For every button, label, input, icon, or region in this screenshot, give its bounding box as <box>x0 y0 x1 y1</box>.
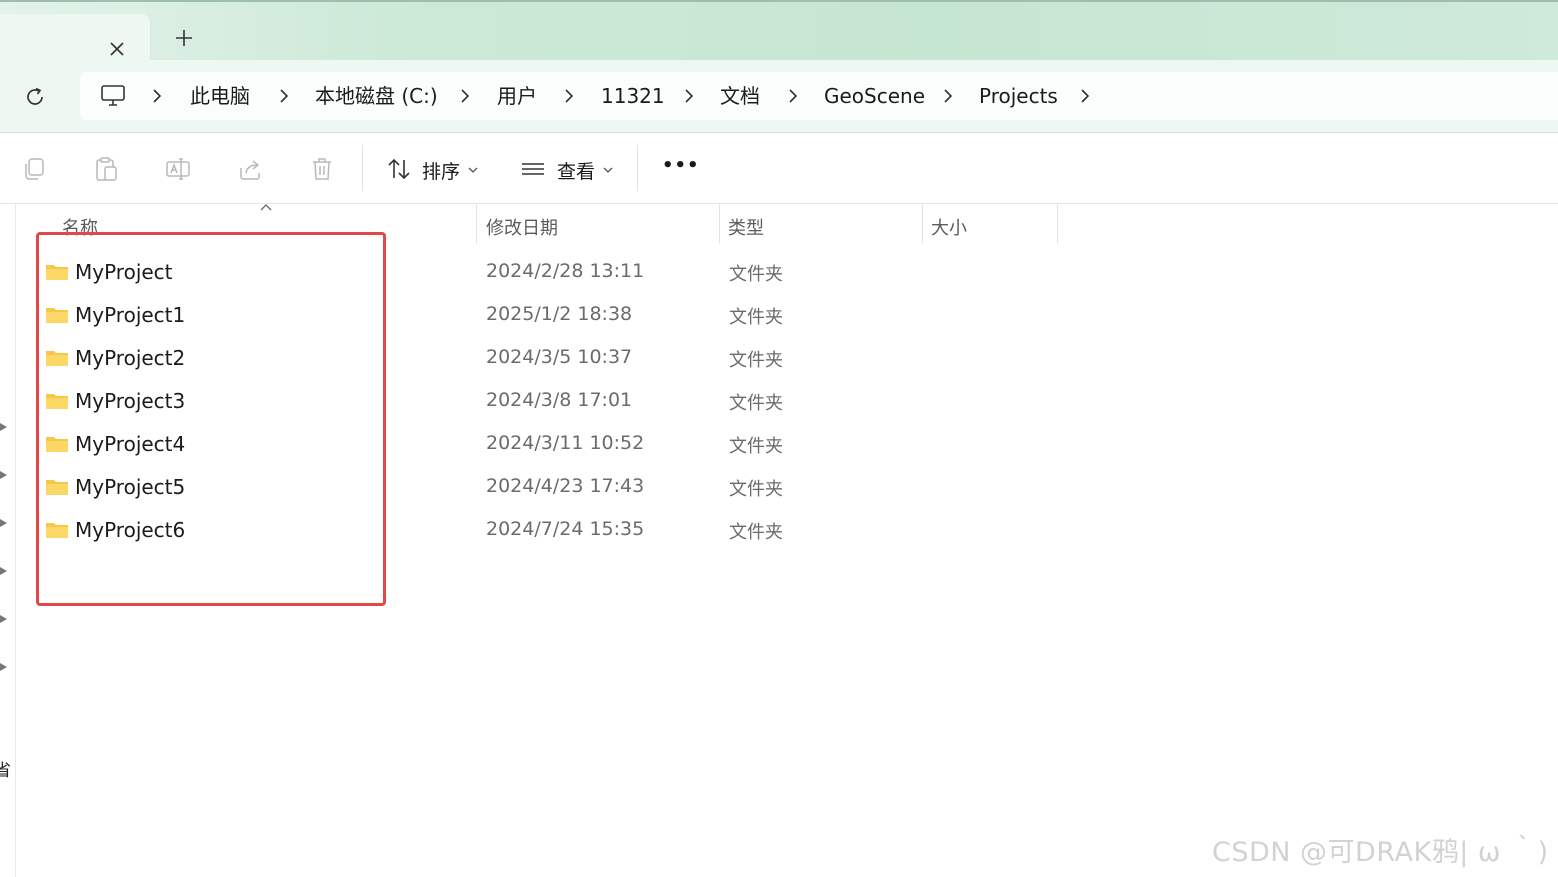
pin-icon[interactable] <box>0 421 9 433</box>
breadcrumb-this-pc[interactable]: 此电脑 <box>190 72 250 120</box>
file-modified: 2024/7/24 15:35 <box>486 518 645 540</box>
file-modified: 2024/3/8 17:01 <box>486 389 633 411</box>
breadcrumb-geoscene[interactable]: GeoScene <box>824 72 925 120</box>
file-type: 文件夹 <box>729 436 783 457</box>
close-icon[interactable] <box>106 38 128 60</box>
refresh-icon[interactable] <box>22 84 48 110</box>
file-type: 文件夹 <box>729 522 783 543</box>
nav-item-partial-label[interactable]: 省 <box>0 756 11 781</box>
pin-icon[interactable] <box>0 517 9 529</box>
breadcrumb-user-folder[interactable]: 11321 <box>601 72 665 120</box>
column-header-type-label: 类型 <box>728 218 764 239</box>
sort-button[interactable]: 排序 <box>380 133 490 203</box>
file-type: 文件夹 <box>729 393 783 414</box>
watermark: CSDN @可DRAK鸦| ω ｀) <box>1212 837 1549 868</box>
chevron-right-icon[interactable] <box>458 89 472 103</box>
toolbar-divider <box>637 145 638 191</box>
file-modified: 2024/2/28 13:11 <box>486 260 645 282</box>
pin-icon[interactable] <box>0 565 9 577</box>
chevron-right-icon[interactable] <box>682 89 696 103</box>
this-pc-icon[interactable] <box>100 84 126 108</box>
share-icon[interactable] <box>237 156 263 182</box>
chevron-right-icon[interactable] <box>786 89 800 103</box>
pin-icon[interactable] <box>0 469 9 481</box>
toolbar-divider <box>362 145 363 191</box>
chevron-right-icon[interactable] <box>562 89 576 103</box>
breadcrumb-documents[interactable]: 文档 <box>720 72 760 120</box>
breadcrumb-users[interactable]: 用户 <box>497 72 537 120</box>
navigation-pane: 省 <box>0 204 16 877</box>
chevron-right-icon[interactable] <box>941 89 955 103</box>
highlight-annotation-box <box>36 232 386 606</box>
file-modified: 2024/3/5 10:37 <box>486 346 633 368</box>
file-type: 文件夹 <box>729 479 783 500</box>
address-bar[interactable]: 此电脑 本地磁盘 (C:) 用户 11321 文档 GeoScene Proje… <box>80 72 1558 120</box>
chevron-right-icon[interactable] <box>277 89 291 103</box>
active-tab[interactable] <box>0 14 150 62</box>
plus-icon[interactable] <box>172 26 196 50</box>
view-label: 查看 <box>557 161 596 183</box>
file-type: 文件夹 <box>729 350 783 371</box>
column-header-modified[interactable]: 修改日期 <box>477 204 719 244</box>
copy-icon[interactable] <box>21 156 47 182</box>
column-header-modified-label: 修改日期 <box>486 218 558 239</box>
sort-icon <box>388 158 410 180</box>
view-button[interactable]: 查看 <box>515 133 625 203</box>
more-options-button[interactable]: ••• <box>662 155 700 176</box>
breadcrumb-projects[interactable]: Projects <box>979 72 1058 120</box>
file-modified: 2024/4/23 17:43 <box>486 475 645 497</box>
file-type: 文件夹 <box>729 264 783 285</box>
chevron-right-icon[interactable] <box>1078 89 1092 103</box>
column-header-size-label: 大小 <box>931 218 967 239</box>
pin-icon[interactable] <box>0 613 9 625</box>
tab-strip <box>0 0 1558 62</box>
chevron-right-icon[interactable] <box>150 89 164 103</box>
breadcrumb-local-disk[interactable]: 本地磁盘 (C:) <box>315 72 438 120</box>
chevron-down-icon <box>468 167 478 173</box>
pin-icon[interactable] <box>0 661 9 673</box>
file-modified: 2025/1/2 18:38 <box>486 303 633 325</box>
address-row: 此电脑 本地磁盘 (C:) 用户 11321 文档 GeoScene Proje… <box>0 60 1558 133</box>
command-bar: 排序 查看 ••• <box>0 133 1558 204</box>
file-type: 文件夹 <box>729 307 783 328</box>
column-divider[interactable] <box>1057 204 1058 244</box>
chevron-down-icon <box>603 167 613 173</box>
delete-icon[interactable] <box>309 156 335 182</box>
column-header-size[interactable]: 大小 <box>923 204 1057 244</box>
paste-icon[interactable] <box>93 156 119 182</box>
view-list-icon <box>522 163 544 175</box>
rename-icon[interactable] <box>165 156 191 182</box>
sort-label: 排序 <box>422 161 461 183</box>
column-header-type[interactable]: 类型 <box>720 204 922 244</box>
file-modified: 2024/3/11 10:52 <box>486 432 645 454</box>
